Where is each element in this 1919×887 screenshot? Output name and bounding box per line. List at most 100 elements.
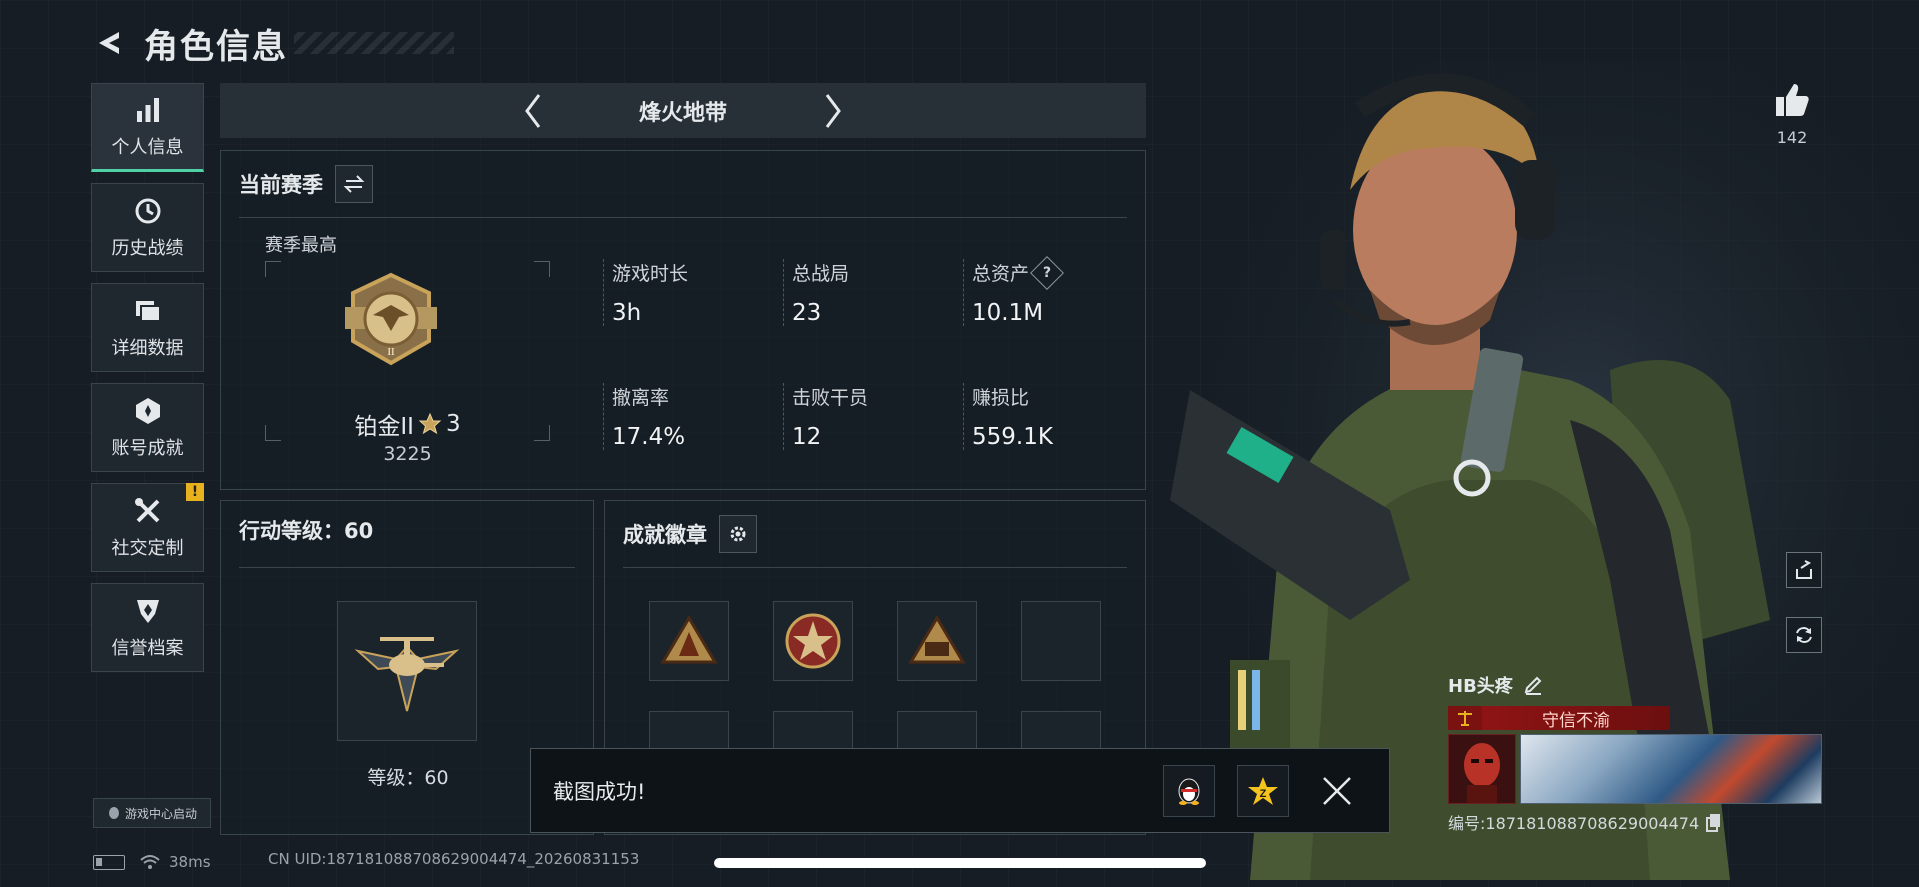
stat-value: 12 [792, 424, 822, 450]
mode-prev-button[interactable] [513, 91, 553, 131]
season-title: 当前赛季 [239, 173, 323, 197]
swap-arrows-icon [343, 175, 365, 193]
rank-name-row: 铂金II 3 [265, 407, 550, 441]
sidebar-item-detailed-data[interactable]: 详细数据 [91, 283, 204, 372]
stat-label: 总资产 [972, 263, 1030, 285]
alert-badge: ! [186, 483, 204, 501]
toast-message: 截图成功! [553, 779, 646, 804]
stat-value: 10.1M [972, 300, 1044, 326]
sidebar-item-label: 个人信息 [111, 136, 184, 158]
rank-medal-icon: II [345, 272, 437, 366]
player-card: HB头疼 守信不渝 编号:187181088708629004474 [1448, 672, 1824, 842]
help-icon[interactable]: ? [1030, 255, 1064, 290]
season-panel: 当前赛季 赛季最高 II 铂金II 3 3225 游戏时长 3h 总战局 23 [220, 150, 1146, 490]
ping-value: 38ms [169, 853, 211, 871]
sidebar-item-achievements[interactable]: 账号成就 [91, 383, 204, 472]
scale-icon [1448, 706, 1482, 730]
stat-extraction-rate: 撤离率 17.4% [603, 383, 773, 450]
season-best-label: 赛季最高 [265, 235, 337, 256]
pyramid-badge-icon [660, 615, 718, 664]
battery-icon [93, 854, 125, 870]
trait-title: 守信不渝 [1482, 706, 1670, 731]
stat-label: 撤离率 [612, 387, 670, 409]
bar-chart-icon [136, 97, 159, 122]
edit-pencil-icon[interactable] [1523, 675, 1543, 695]
back-button[interactable] [90, 23, 130, 63]
back-arrow-icon [99, 32, 119, 54]
copy-icon[interactable] [1705, 812, 1723, 832]
chevron-left-icon [525, 93, 541, 128]
achievement-icon [135, 397, 160, 424]
toast-close-button[interactable] [1311, 765, 1363, 817]
stat-value: 17.4% [612, 424, 686, 450]
level-emblem [337, 601, 477, 741]
profile-banner[interactable] [1520, 734, 1822, 804]
stat-total-matches: 总战局 23 [783, 259, 953, 326]
qq-penguin-icon [1178, 778, 1200, 805]
stat-operators-defeated: 击败干员 12 [783, 383, 953, 450]
stat-value: 23 [792, 300, 822, 326]
home-indicator[interactable] [714, 858, 1206, 868]
stat-play-time: 游戏时长 3h [603, 259, 773, 326]
thumbs-up-icon [1776, 84, 1809, 116]
mode-next-button[interactable] [813, 91, 853, 131]
share-qq-button[interactable] [1163, 764, 1215, 817]
rank-stars: 3 [445, 411, 461, 437]
penguin-icon [108, 807, 119, 819]
badges-title: 成就徽章 [623, 523, 707, 547]
player-name: HB头疼 [1448, 676, 1513, 697]
status-bar: 38ms [93, 850, 211, 874]
divider [239, 567, 575, 568]
refresh-icon [1796, 627, 1812, 643]
credit-shield-icon [136, 599, 159, 623]
badge-slot-empty[interactable] [1021, 601, 1101, 681]
stat-profit-loss-ratio: 赚损比 559.1K [963, 383, 1133, 450]
stat-total-assets: 总资产 ? 10.1M [963, 255, 1133, 326]
badge-slot[interactable] [773, 601, 853, 681]
title-decoration [294, 32, 454, 54]
svg-text:Z: Z [1260, 788, 1267, 800]
avatar[interactable] [1448, 734, 1516, 804]
like-button[interactable]: 142 [1762, 80, 1822, 147]
sidebar-item-label: 社交定制 [111, 537, 184, 559]
sidebar-item-social-custom[interactable]: ! 社交定制 [91, 483, 204, 572]
sidebar-item-personal-info[interactable]: 个人信息 [91, 83, 204, 172]
divider [239, 217, 1127, 218]
header: 角色信息 [90, 18, 454, 68]
badge-slot[interactable] [897, 601, 977, 681]
divider [623, 567, 1127, 568]
player-id: 编号:187181088708629004474 [1448, 814, 1700, 833]
stat-label: 赚损比 [972, 387, 1030, 409]
stat-label: 总战局 [792, 263, 850, 285]
launch-label: 游戏中心启动 [124, 806, 197, 821]
page-title: 角色信息 [144, 26, 288, 67]
squad-badge-icon [908, 615, 966, 664]
sidebar-item-label: 历史战绩 [111, 237, 184, 259]
share-icon [1796, 560, 1812, 579]
stat-value: 559.1K [972, 424, 1053, 450]
mode-name: 烽火地带 [638, 100, 727, 126]
qzone-star-icon: Z [1248, 776, 1278, 805]
sidebar-item-label: 详细数据 [111, 337, 184, 359]
sidebar-item-match-history[interactable]: 历史战绩 [91, 183, 204, 272]
sidebar-item-credit-record[interactable]: 信誉档案 [91, 583, 204, 672]
sidebar-item-label: 信誉档案 [111, 637, 184, 659]
stat-label: 游戏时长 [612, 263, 689, 285]
refresh-button[interactable] [1786, 617, 1822, 653]
tools-icon [134, 497, 159, 522]
game-center-launch-button[interactable]: 游戏中心启动 [93, 798, 211, 828]
star-icon [418, 412, 442, 435]
svg-text:II: II [387, 346, 395, 358]
helicopter-emblem-icon [354, 637, 460, 712]
action-level-title: 行动等级：60 [239, 519, 374, 543]
season-switch-button[interactable] [335, 165, 373, 203]
rank-score: 3225 [383, 443, 432, 465]
share-qzone-button[interactable]: Z [1237, 764, 1289, 817]
stat-label: 击败干员 [792, 387, 869, 409]
gear-icon [730, 526, 746, 542]
mode-switcher: 烽火地带 [220, 83, 1146, 138]
uid-watermark: CN UID:187181088708629004474_20260831153 [268, 850, 640, 868]
share-button[interactable] [1786, 552, 1822, 588]
badge-settings-button[interactable] [719, 515, 757, 553]
badge-slot[interactable] [649, 601, 729, 681]
